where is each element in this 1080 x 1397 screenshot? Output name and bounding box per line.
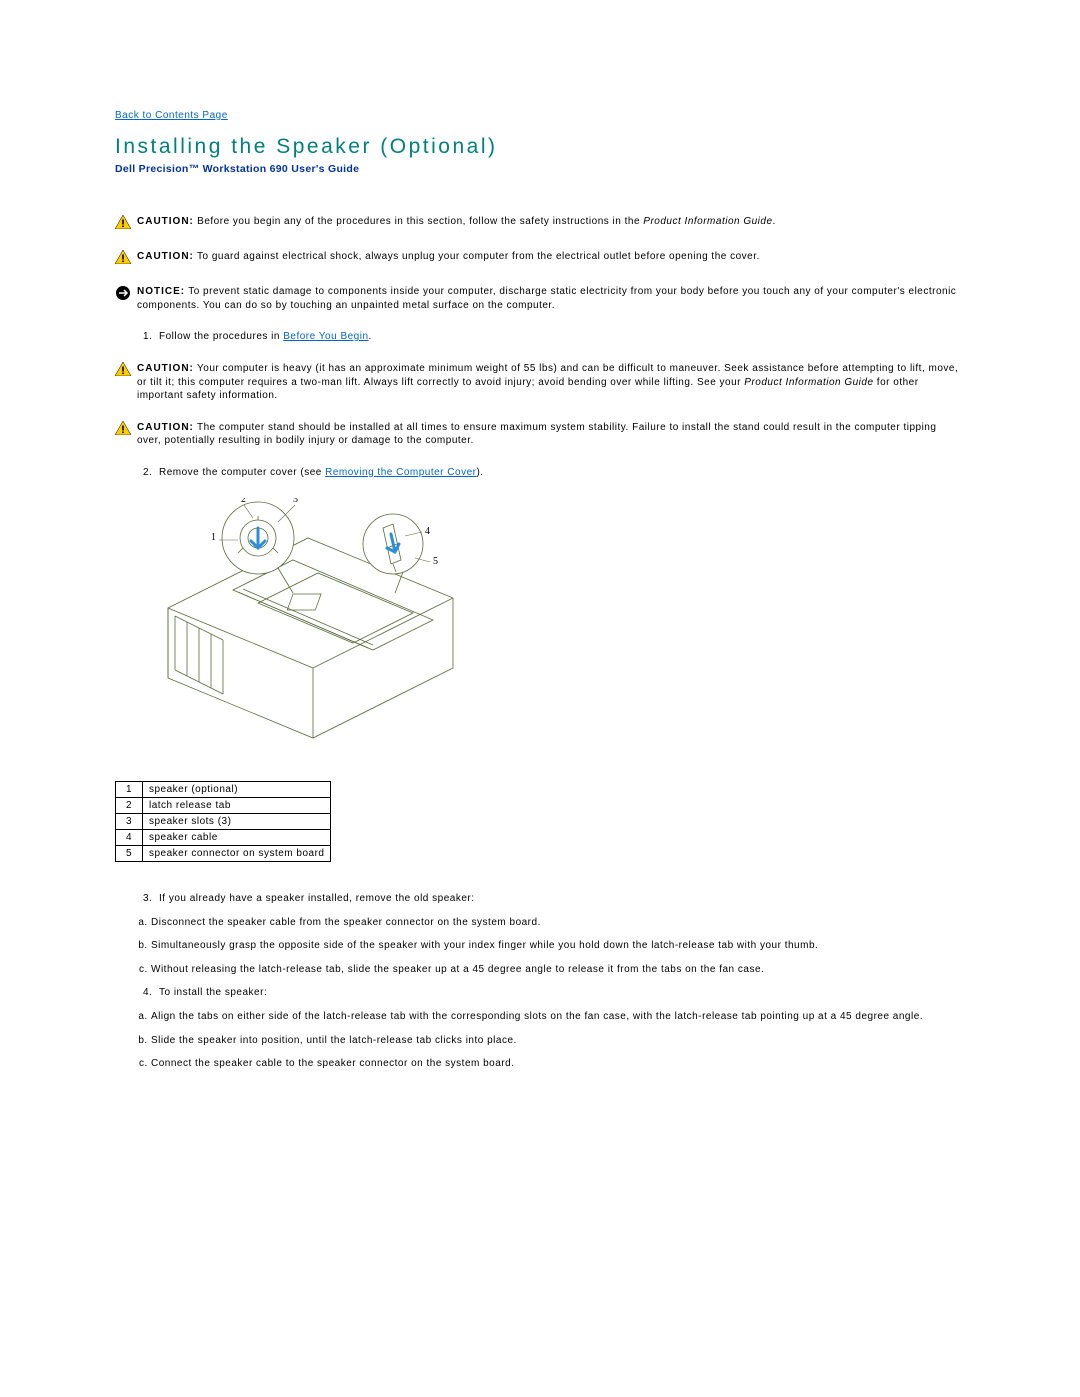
step-4: 4.To install the speaker: Align the tabs…	[115, 986, 960, 1071]
table-row: 1speaker (optional)	[116, 781, 331, 797]
list-item: Without releasing the latch-release tab,…	[151, 963, 960, 977]
before-you-begin-link[interactable]: Before You Begin	[283, 331, 368, 342]
document-subtitle: Dell Precision™ Workstation 690 User's G…	[115, 163, 960, 175]
caution-text: CAUTION: Your computer is heavy (it has …	[137, 362, 960, 403]
svg-text:5: 5	[433, 556, 439, 567]
step-2: 2.Remove the computer cover (see Removin…	[143, 466, 960, 480]
table-row: 3speaker slots (3)	[116, 813, 331, 829]
back-to-contents-link[interactable]: Back to Contents Page	[115, 110, 960, 121]
svg-text:1: 1	[211, 532, 217, 543]
caution-text: CAUTION: To guard against electrical sho…	[137, 250, 960, 264]
diagram-speaker-install: 1 2 3 4 5	[143, 498, 960, 751]
caution-block-1: CAUTION: Before you begin any of the pro…	[115, 215, 960, 232]
list-item: Slide the speaker into position, until t…	[151, 1034, 960, 1048]
list-item: Simultaneously grasp the opposite side o…	[151, 939, 960, 953]
caution-text: CAUTION: Before you begin any of the pro…	[137, 215, 960, 229]
caution-icon	[115, 250, 131, 267]
step-3: 3.If you already have a speaker installe…	[115, 892, 960, 977]
table-row: 2latch release tab	[116, 797, 331, 813]
notice-block-1: NOTICE: To prevent static damage to comp…	[115, 285, 960, 312]
removing-cover-link[interactable]: Removing the Computer Cover	[325, 467, 476, 478]
notice-icon	[115, 285, 131, 304]
list-item: Align the tabs on either side of the lat…	[151, 1010, 960, 1024]
svg-text:2: 2	[241, 498, 247, 505]
svg-text:4: 4	[425, 526, 431, 537]
table-row: 4speaker cable	[116, 829, 331, 845]
caution-block-2: CAUTION: To guard against electrical sho…	[115, 250, 960, 267]
parts-table: 1speaker (optional) 2latch release tab 3…	[115, 781, 331, 862]
caution-icon	[115, 362, 131, 379]
caution-icon	[115, 421, 131, 438]
notice-text: NOTICE: To prevent static damage to comp…	[137, 285, 960, 312]
caution-block-3: CAUTION: Your computer is heavy (it has …	[115, 362, 960, 403]
page-title: Installing the Speaker (Optional)	[115, 135, 960, 159]
caution-block-4: CAUTION: The computer stand should be in…	[115, 421, 960, 448]
list-item: Connect the speaker cable to the speaker…	[151, 1057, 960, 1071]
table-row: 5speaker connector on system board	[116, 845, 331, 861]
caution-icon	[115, 215, 131, 232]
svg-text:3: 3	[293, 498, 299, 505]
step-1: 1.Follow the procedures in Before You Be…	[143, 330, 960, 344]
caution-text: CAUTION: The computer stand should be in…	[137, 421, 960, 448]
list-item: Disconnect the speaker cable from the sp…	[151, 916, 960, 930]
